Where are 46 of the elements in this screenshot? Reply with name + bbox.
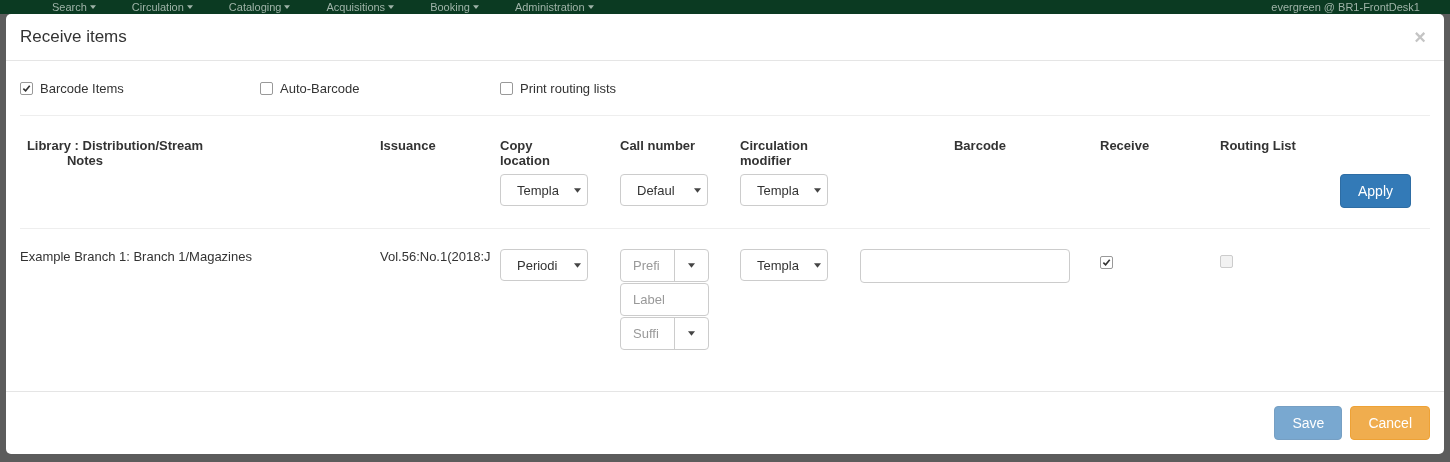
menu-item[interactable]: Search: [52, 1, 96, 13]
caret-icon: [472, 5, 479, 9]
option-label: Auto-Barcode: [280, 80, 360, 96]
menu-item[interactable]: Booking: [430, 1, 479, 13]
caret-icon: [284, 5, 291, 9]
menu-item[interactable]: Cataloging: [228, 1, 291, 13]
checkbox[interactable]: [1100, 256, 1113, 269]
column-header: Routing List: [1220, 138, 1296, 153]
checkbox[interactable]: [20, 81, 33, 95]
caret-icon: [388, 5, 395, 9]
circulation-modifier-select[interactable]: Templa: [740, 174, 828, 206]
column-header: Notes: [66, 153, 104, 168]
caret-icon: [89, 5, 96, 9]
dialog-title: Receive items: [20, 27, 127, 47]
option-label: Barcode Items: [40, 80, 124, 96]
checkbox[interactable]: [260, 81, 273, 95]
caret-icon: [186, 5, 193, 9]
caret-icon: [574, 187, 581, 193]
copy-location-select[interactable]: Templa: [500, 174, 588, 206]
caret-icon: [688, 263, 695, 268]
caret-icon: [688, 331, 695, 336]
column-header: Receive: [1100, 138, 1150, 153]
column-header: Copy location: [500, 138, 551, 168]
option-label: Print routing lists: [520, 80, 617, 96]
menu-item[interactable]: Administration: [514, 1, 594, 13]
column-header: Call number: [620, 138, 696, 153]
copy-location-select[interactable]: Periodi: [500, 249, 588, 281]
column-header: Library : Distribution/Stream: [26, 138, 204, 153]
barcode-field[interactable]: [860, 249, 1070, 283]
issuance-text: Vol.56:No.1(2018:J: [380, 249, 491, 264]
menu-item[interactable]: Circulation: [131, 1, 193, 13]
caret-icon: [694, 187, 701, 193]
circulation-modifier-select[interactable]: Templa: [740, 249, 828, 281]
column-header: Issuance: [380, 138, 436, 153]
column-header: Circulation modifier: [740, 138, 809, 168]
caret-icon: [814, 187, 821, 193]
call-number-select[interactable]: Defaul: [620, 174, 708, 206]
column-header: Barcode: [954, 138, 1006, 153]
caret-icon: [814, 262, 821, 268]
library-text: Example Branch 1: Branch 1/Magazines: [20, 249, 252, 264]
user-label: evergreen @ BR1-FrontDesk1: [1271, 1, 1420, 13]
apply-button[interactable]: Apply: [1340, 174, 1412, 208]
menu-item[interactable]: Acquisitions: [326, 1, 395, 13]
caret-icon: [574, 262, 581, 268]
checkbox[interactable]: [500, 81, 513, 95]
caret-icon: [587, 5, 594, 9]
